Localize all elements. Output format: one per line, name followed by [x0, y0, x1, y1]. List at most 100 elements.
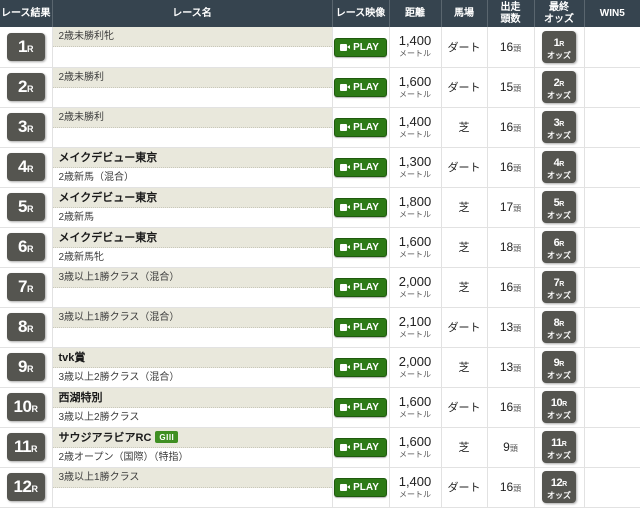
race-name-cell: 西湖特別 3歳以上2勝クラス [52, 387, 333, 428]
race-name-title[interactable]: サウジアラビアRC GIII [52, 427, 332, 448]
header-runner-count: 出走 頭数 [487, 0, 535, 27]
play-video-button[interactable]: PLAY [334, 398, 387, 417]
final-odds-button[interactable]: 8R オッズ [542, 311, 576, 343]
video-camera-icon [340, 244, 351, 251]
odds-race-number-suffix: R [561, 441, 567, 448]
play-video-button[interactable]: PLAY [334, 318, 387, 337]
surface-cell: ダート [441, 307, 488, 348]
distance-cell: 1,600 メートル [389, 227, 442, 268]
runner-count-value: 16 [499, 480, 514, 494]
surface-value: 芝 [458, 122, 470, 134]
play-video-button[interactable]: PLAY [334, 478, 387, 497]
odds-button-label: オッズ [547, 91, 571, 100]
race-result-button[interactable]: 3R [6, 113, 45, 141]
play-video-button[interactable]: PLAY [334, 278, 387, 297]
play-video-button[interactable]: PLAY [334, 238, 387, 257]
odds-race-number-suffix: R [559, 40, 565, 48]
table-row: 3R 2歳未勝利 PLAY 1,400 メートル芝 16頭 3R オッズ [0, 107, 640, 148]
race-condition-text [52, 287, 332, 307]
runner-count-value: 18 [499, 240, 514, 254]
video-camera-icon [340, 204, 351, 211]
race-name-title[interactable]: 2歳未勝利 [52, 107, 332, 128]
odds-button-label: オッズ [547, 131, 571, 140]
race-name-title[interactable]: 3歳以上1勝クラス [52, 467, 332, 488]
final-odds-button[interactable]: 5R オッズ [542, 191, 576, 223]
distance-cell: 1,400 メートル [389, 467, 442, 508]
race-name-title[interactable]: 3歳以上1勝クラス（混合） [52, 267, 332, 288]
final-odds-button[interactable]: 2R オッズ [542, 71, 576, 103]
race-name-title[interactable]: 西湖特別 [52, 387, 332, 408]
play-video-button[interactable]: PLAY [334, 358, 387, 377]
race-number: 3 [18, 117, 27, 136]
race-name-cell: 2歳未勝利 [52, 107, 333, 148]
race-result-button[interactable]: 6R [6, 233, 45, 261]
race-condition-text [52, 87, 332, 107]
final-odds-cell: 9R オッズ [534, 347, 585, 388]
race-result-button[interactable]: 5R [6, 193, 45, 221]
odds-button-label: オッズ [547, 291, 571, 300]
distance-unit: メートル [399, 249, 431, 259]
race-number-suffix: R [26, 204, 34, 214]
race-condition-text [52, 487, 332, 507]
runner-count-value: 16 [499, 160, 514, 174]
race-result-button[interactable]: 4R [6, 153, 45, 181]
runner-count-unit: 頭 [513, 364, 522, 373]
distance-cell: 1,800 メートル [389, 187, 442, 228]
race-name-title[interactable]: tvk賞 [52, 347, 332, 368]
final-odds-button[interactable]: 7R オッズ [542, 271, 576, 303]
play-video-button[interactable]: PLAY [334, 198, 387, 217]
race-name-title[interactable]: 3歳以上1勝クラス（混合） [52, 307, 332, 328]
final-odds-button[interactable]: 11R オッズ [542, 431, 576, 463]
play-button-label: PLAY [353, 362, 379, 373]
race-condition-text: 3歳以上2勝クラス（混合） [52, 367, 332, 387]
table-row: 11R サウジアラビアRC GIII 2歳オープン（国際）（特指） PLAY 1,600 メ… [0, 427, 640, 468]
race-result-button[interactable]: 11R [6, 433, 45, 461]
final-odds-button[interactable]: 10R オッズ [542, 391, 576, 423]
play-video-button[interactable]: PLAY [334, 37, 387, 57]
race-number: 7 [18, 277, 27, 296]
race-result-button[interactable]: 10R [6, 393, 45, 421]
play-video-button[interactable]: PLAY [334, 78, 387, 97]
odds-race-number: 11 [551, 437, 562, 449]
runner-count-value: 9 [503, 440, 510, 454]
runner-count-unit: 頭 [513, 404, 522, 413]
win5-cell [584, 227, 640, 268]
final-odds-button[interactable]: 9R オッズ [542, 351, 576, 383]
race-number: 11 [14, 437, 31, 456]
race-result-button[interactable]: 9R [6, 353, 45, 381]
odds-race-number-suffix: R [559, 241, 565, 248]
final-odds-button[interactable]: 3R オッズ [542, 111, 576, 143]
race-name-title[interactable]: メイクデビュー東京 [52, 227, 332, 248]
race-name-cell: メイクデビュー東京 2歳新馬牝 [52, 227, 333, 268]
race-name-title[interactable]: 2歳未勝利 [52, 67, 332, 88]
race-result-button[interactable]: 7R [6, 273, 45, 301]
surface-value: ダート [447, 402, 481, 414]
odds-race-number-suffix: R [559, 161, 565, 168]
header-race-result: レース結果 [0, 0, 53, 27]
play-video-button[interactable]: PLAY [334, 438, 387, 457]
final-odds-button[interactable]: 12R オッズ [542, 471, 576, 503]
race-result-button[interactable]: 1R [6, 32, 45, 61]
race-number-suffix: R [26, 244, 34, 254]
final-odds-cell: 5R オッズ [534, 187, 585, 228]
play-video-button[interactable]: PLAY [334, 158, 387, 177]
race-name-title[interactable]: メイクデビュー東京 [52, 147, 332, 168]
distance-unit: メートル [399, 289, 431, 299]
header-surface: 馬場 [441, 0, 488, 27]
play-video-button[interactable]: PLAY [334, 118, 387, 137]
final-odds-cell: 3R オッズ [534, 107, 585, 148]
runner-count-cell: 16頭 [487, 107, 535, 148]
race-result-button[interactable]: 12R [6, 473, 45, 501]
win5-cell [584, 67, 640, 108]
race-result-button[interactable]: 8R [6, 313, 45, 341]
header-final-odds: 最終 オッズ [534, 0, 585, 27]
distance-unit: メートル [399, 89, 431, 99]
final-odds-button[interactable]: 4R オッズ [542, 151, 576, 183]
final-odds-button[interactable]: 1R オッズ [542, 30, 576, 63]
race-result-button[interactable]: 2R [6, 73, 45, 101]
race-name-cell: メイクデビュー東京 2歳新馬 [52, 187, 333, 228]
race-name-title[interactable]: メイクデビュー東京 [52, 187, 332, 208]
race-result-cell: 2R [0, 67, 53, 108]
final-odds-button[interactable]: 6R オッズ [542, 231, 576, 263]
race-name-title[interactable]: 2歳未勝利牝 [52, 27, 332, 48]
